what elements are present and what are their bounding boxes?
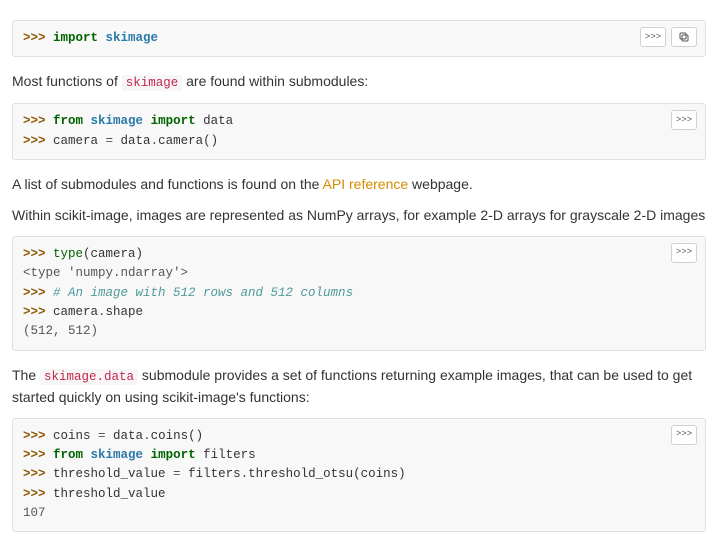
code-tools: >>> <box>671 425 697 445</box>
code: >>> import skimage <box>23 29 695 48</box>
toggle-prompt-button[interactable]: >>> <box>671 110 697 130</box>
code-block: >>> >>> import skimage <box>12 20 706 57</box>
toggle-prompt-button[interactable]: >>> <box>640 27 666 47</box>
code-block: >>> >>> coins = data.coins() >>> from sk… <box>12 418 706 533</box>
toggle-prompt-button[interactable]: >>> <box>671 243 697 263</box>
inline-code: skimage <box>122 75 183 91</box>
code-tools: >>> <box>671 110 697 130</box>
code: >>> from skimage import data >>> camera … <box>23 112 695 151</box>
text: The <box>12 367 40 383</box>
copy-button[interactable] <box>671 27 697 47</box>
code-block: >>> >>> type(camera) <type 'numpy.ndarra… <box>12 236 706 351</box>
text: A list of submodules and functions is fo… <box>12 176 323 192</box>
inline-code: skimage.data <box>40 369 138 385</box>
toggle-prompt-button[interactable]: >>> <box>671 425 697 445</box>
code: >>> type(camera) <type 'numpy.ndarray'> … <box>23 245 695 342</box>
text: Most functions of <box>12 73 122 89</box>
paragraph: The skimage.data submodule provides a se… <box>12 365 706 408</box>
code-block: >>> >>> from skimage import data >>> cam… <box>12 103 706 160</box>
code: >>> coins = data.coins() >>> from skimag… <box>23 427 695 524</box>
text: webpage. <box>408 176 473 192</box>
paragraph: Most functions of skimage are found with… <box>12 71 706 93</box>
code-tools: >>> <box>671 243 697 263</box>
paragraph: A list of submodules and functions is fo… <box>12 174 706 195</box>
code-tools: >>> <box>640 27 697 47</box>
text: are found within submodules: <box>182 73 368 89</box>
api-reference-link[interactable]: API reference <box>323 176 409 192</box>
paragraph: Within scikit-image, images are represen… <box>12 205 706 226</box>
